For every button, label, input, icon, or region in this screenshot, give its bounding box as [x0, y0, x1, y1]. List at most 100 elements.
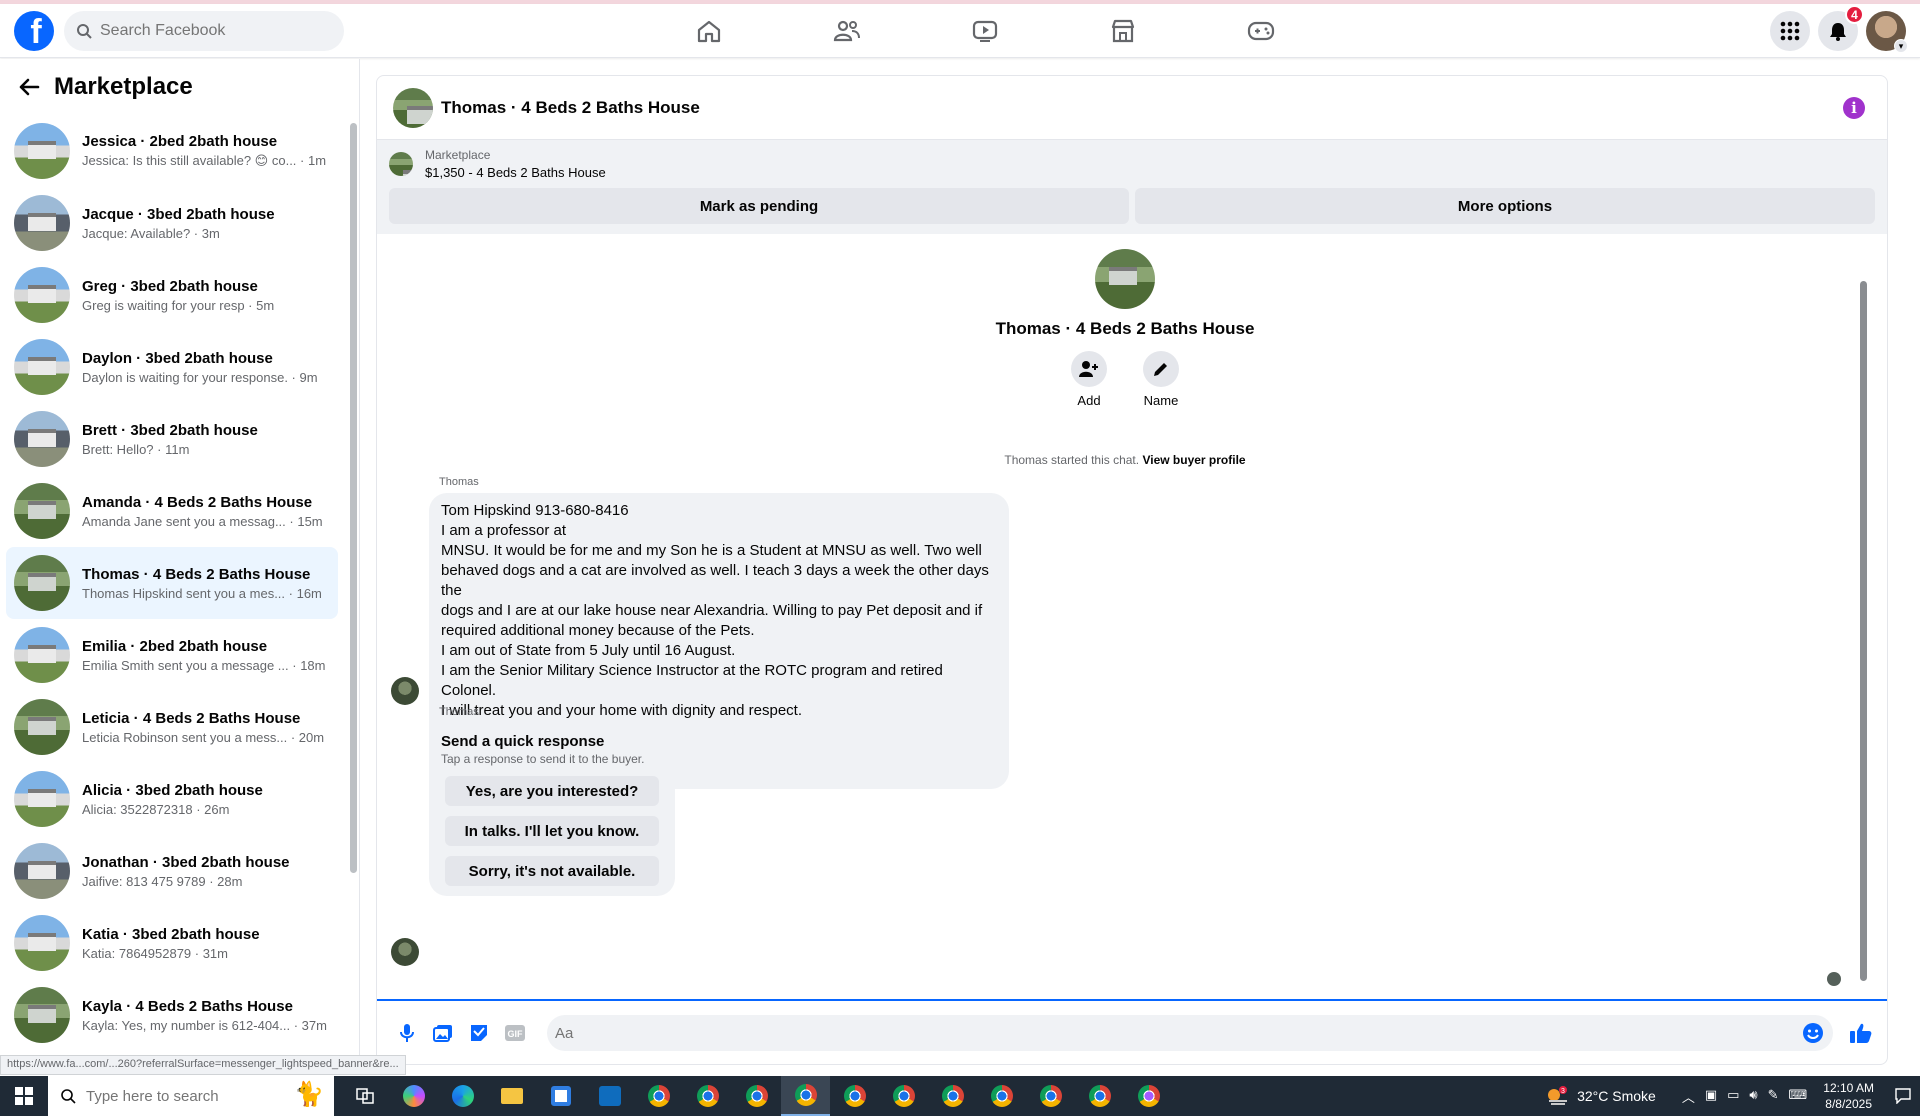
network-icon[interactable]: ▭	[1727, 1087, 1739, 1106]
mark-as-pending-button[interactable]: Mark as pending	[389, 188, 1129, 224]
friends-icon	[833, 20, 860, 42]
chrome-profile-app[interactable]	[1124, 1076, 1173, 1116]
conversation-item[interactable]: Leticia · 4 Beds 2 Baths House Leticia Ro…	[6, 691, 338, 763]
notification-center-button[interactable]	[1886, 1088, 1920, 1104]
facebook-logo[interactable]: f	[14, 11, 54, 51]
chrome-profile-app[interactable]	[928, 1076, 977, 1116]
add-person-icon	[1079, 361, 1098, 377]
taskbar-search-input[interactable]	[86, 1087, 266, 1105]
edge-app[interactable]	[438, 1076, 487, 1116]
like-button[interactable]	[1841, 1015, 1881, 1051]
info-icon[interactable]: i	[1843, 97, 1865, 119]
chat-title[interactable]: Thomas · 4 Beds 2 Baths House	[441, 98, 700, 118]
name-button[interactable]: Name	[1143, 351, 1179, 408]
conversation-item[interactable]: Jessica · 2bed 2bath house Jessica: Is th…	[6, 115, 338, 187]
conversation-title: Katia · 3bed 2bath house	[82, 925, 260, 943]
conversation-item[interactable]: Amanda · 4 Beds 2 Baths House Amanda Jane…	[6, 475, 338, 547]
listing-thumbnail	[14, 771, 70, 827]
conversation-item[interactable]: Thomas · 4 Beds 2 Baths House Thomas Hips…	[6, 547, 338, 619]
chevron-up-icon[interactable]: ︿	[1682, 1087, 1695, 1106]
clock-time: 12:10 AM	[1823, 1081, 1874, 1095]
gif-button[interactable]: GIF	[497, 1015, 533, 1051]
sticker-button[interactable]	[461, 1015, 497, 1051]
copilot-app[interactable]	[389, 1076, 438, 1116]
volume-icon[interactable]: 🔊︎	[1749, 1087, 1757, 1106]
quick-response-button[interactable]: In talks. I'll let you know.	[445, 816, 659, 846]
conversation-item[interactable]: Daylon · 3bed 2bath house Daylon is waiti…	[6, 331, 338, 403]
view-buyer-profile-link[interactable]: View buyer profile	[1142, 453, 1245, 467]
chrome-profile-app[interactable]	[683, 1076, 732, 1116]
conversation-preview: Thomas Hipskind sent you a mes... · 16m	[82, 585, 322, 601]
message-line: dogs and I are at our lake house near Al…	[441, 602, 983, 619]
thumbs-up-icon	[1850, 1023, 1872, 1043]
sender-avatar[interactable]	[391, 938, 419, 966]
chrome-profile-app[interactable]	[977, 1076, 1026, 1116]
conversation-item[interactable]: Brett · 3bed 2bath house Brett: Hello? · …	[6, 403, 338, 475]
file-explorer-app[interactable]	[487, 1076, 536, 1116]
camera-icon[interactable]: ▣	[1705, 1087, 1717, 1106]
listing-thumbnail	[14, 987, 70, 1043]
emoji-icon[interactable]	[1801, 1021, 1825, 1045]
chrome-profile-app[interactable]	[1026, 1076, 1075, 1116]
buyer-profile-picture[interactable]	[1095, 249, 1155, 309]
chrome-profile-app[interactable]	[732, 1076, 781, 1116]
chrome-profile-app[interactable]	[879, 1076, 928, 1116]
search-input[interactable]	[100, 22, 320, 40]
listing-thumbnail	[14, 123, 70, 179]
inbox-header: Marketplace	[0, 59, 359, 115]
conversation-item[interactable]: Emilia · 2bed 2bath house Emilia Smith se…	[6, 619, 338, 691]
taskbar-clock[interactable]: 12:10 AM 8/8/2025	[1823, 1080, 1874, 1112]
chrome-profile-app[interactable]	[830, 1076, 879, 1116]
store-app[interactable]	[536, 1076, 585, 1116]
weather-widget[interactable]: 3 32°C Smoke	[1545, 1086, 1656, 1106]
chrome-profile-app[interactable]	[1075, 1076, 1124, 1116]
nav-marketplace-button[interactable]	[1054, 4, 1192, 58]
start-button[interactable]	[0, 1076, 48, 1116]
nav-friends-button[interactable]	[778, 4, 916, 58]
system-tray: 3 32°C Smoke ︿ ▣ ▭ 🔊︎ ✎ ⌨ 12:10 AM 8/8/2…	[1545, 1076, 1920, 1116]
inbox-scrollbar[interactable]	[350, 123, 357, 873]
menu-button[interactable]	[1770, 11, 1810, 51]
chrome-icon	[1039, 1085, 1062, 1107]
conversation-item[interactable]: Katia · 3bed 2bath house Katia: 786495287…	[6, 907, 338, 979]
attach-photo-button[interactable]	[425, 1015, 461, 1051]
chrome-icon	[647, 1085, 670, 1107]
search-box[interactable]	[64, 11, 344, 51]
notifications-button[interactable]: 4	[1818, 5, 1864, 51]
outlook-app[interactable]	[585, 1076, 634, 1116]
bell-icon	[1830, 23, 1846, 41]
more-options-button[interactable]: More options	[1135, 188, 1875, 224]
voice-clip-button[interactable]	[389, 1015, 425, 1051]
conversation-item[interactable]: Alicia · 3bed 2bath house Alicia: 3522872…	[6, 763, 338, 835]
chevron-down-icon: ▾	[1894, 39, 1908, 53]
profile-avatar[interactable]: ▾	[1866, 11, 1908, 53]
conversation-item[interactable]: Jacque · 3bed 2bath house Jacque: Availab…	[6, 187, 338, 259]
taskbar-search[interactable]: 🐈	[48, 1076, 334, 1116]
chrome-profile-app-active[interactable]	[781, 1076, 830, 1116]
conversation-item[interactable]: Kayla · 4 Beds 2 Baths House Kayla: Yes, …	[6, 979, 338, 1051]
sender-avatar[interactable]	[391, 677, 419, 705]
smoke-weather-icon: 3	[1548, 1086, 1568, 1105]
nav-home-button[interactable]	[640, 4, 778, 58]
conversation-item[interactable]: Greg · 3bed 2bath house Greg is waiting f…	[6, 259, 338, 331]
listing-price-title[interactable]: $1,350 - 4 Beds 2 Baths House	[425, 165, 606, 180]
nav-watch-button[interactable]	[916, 4, 1054, 58]
message-input[interactable]	[555, 1024, 1755, 1042]
chrome-app[interactable]	[634, 1076, 683, 1116]
nav-gaming-button[interactable]	[1192, 4, 1330, 58]
marketplace-icon	[1111, 19, 1135, 43]
message-line: I am a professor at	[441, 522, 567, 539]
keyboard-icon[interactable]: ⌨	[1789, 1087, 1808, 1106]
add-button[interactable]: Add	[1071, 351, 1107, 408]
message-input-box[interactable]	[547, 1015, 1833, 1051]
quick-response-button[interactable]: Sorry, it's not available.	[445, 856, 659, 886]
taskbar-apps	[340, 1076, 1173, 1116]
back-arrow-icon[interactable]	[18, 76, 40, 98]
conversation-item[interactable]: Jonathan · 3bed 2bath house Jaifive: 813 …	[6, 835, 338, 907]
pen-icon[interactable]: ✎	[1768, 1087, 1779, 1106]
quick-response-button[interactable]: Yes, are you interested?	[445, 776, 659, 806]
thread-scrollbar[interactable]	[1860, 281, 1867, 981]
task-view-button[interactable]	[340, 1076, 389, 1116]
listing-thumbnail[interactable]	[389, 152, 413, 176]
chat-header-thumbnail[interactable]	[393, 87, 433, 128]
